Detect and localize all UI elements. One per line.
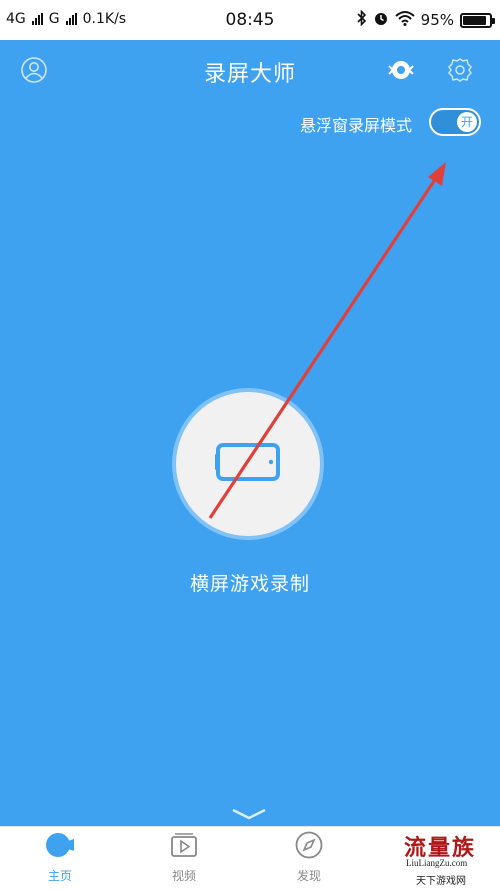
floating-window-icon[interactable] [386, 56, 416, 84]
battery-icon [460, 12, 495, 28]
compass-icon [294, 830, 324, 864]
landscape-record-label: 横屏游戏录制 [189, 573, 310, 595]
gear-icon[interactable] [446, 56, 474, 84]
tab-discover[interactable]: 发现 [269, 827, 349, 891]
watermark-sub: 天下游戏网 [416, 876, 466, 887]
floating-mode-toggle[interactable]: 开 [429, 108, 481, 136]
video-icon [169, 831, 199, 863]
status-right: 95% [357, 9, 495, 30]
toggle-knob: 开 [457, 112, 477, 132]
watermark: 流量族 LiuLiangZu.com 天下游戏网 [402, 830, 494, 888]
tab-home[interactable]: 主页 [20, 827, 100, 891]
tab-video[interactable]: 视频 [144, 827, 224, 891]
tab-home-label: 主页 [47, 869, 72, 883]
watermark-url: LiuLiangZu.com [406, 858, 468, 868]
landscape-phone-icon [215, 442, 281, 486]
wifi-icon [394, 10, 415, 30]
chevron-down-icon[interactable] [229, 806, 269, 825]
battery-fill [463, 15, 486, 25]
tab-discover-label: 发现 [296, 869, 321, 883]
alarm-icon [373, 10, 389, 30]
bluetooth-icon [357, 9, 367, 30]
status-bar: 4G G 0.1K/s 08:45 95% [0, 0, 500, 40]
app-title: 录屏大师 [203, 62, 296, 87]
camera-icon [44, 830, 76, 864]
landscape-record-button[interactable] [176, 392, 320, 536]
battery-percent: 95% [420, 11, 454, 29]
tab-video-label: 视频 [171, 869, 196, 883]
floating-mode-label: 悬浮窗录屏模式 [299, 116, 412, 135]
